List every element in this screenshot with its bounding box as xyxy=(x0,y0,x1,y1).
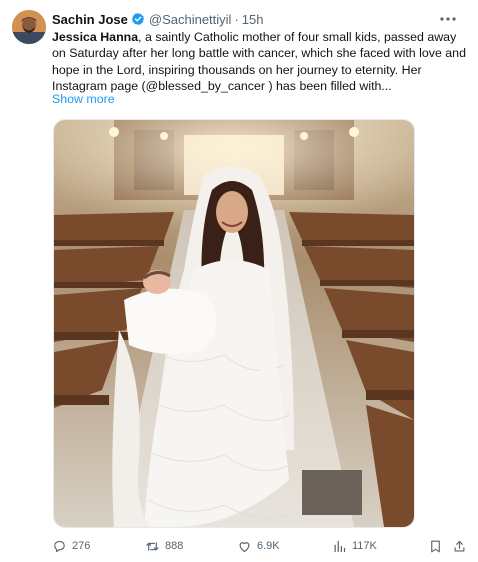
reply-count: 276 xyxy=(72,540,91,552)
tweet-timestamp[interactable]: 15h xyxy=(242,12,264,27)
verified-badge-icon xyxy=(131,12,145,26)
bookmark-icon xyxy=(431,540,440,552)
tweet-header: Sachin Jose @Sachinettiyil · 15h xyxy=(52,10,466,28)
tweet-text-name: Jessica Hanna xyxy=(52,30,139,44)
tweet-actions-bar: 276 888 6.9K 117K xyxy=(52,536,472,556)
retweet-count: 888 xyxy=(165,540,184,552)
views-bar-chart-icon xyxy=(334,540,346,552)
like-count: 6.9K xyxy=(257,540,280,552)
views-count: 117K xyxy=(352,540,377,552)
retweet-icon xyxy=(146,541,159,551)
bookmark-button[interactable] xyxy=(428,539,448,554)
author-name[interactable]: Sachin Jose xyxy=(52,12,128,27)
tweet-card[interactable]: Sachin Jose @Sachinettiyil · 15h Jessica… xyxy=(0,0,478,562)
more-dots-icon[interactable] xyxy=(438,10,458,28)
tweet-text: Jessica Hanna, a saintly Catholic mother… xyxy=(52,29,472,94)
header-separator: · xyxy=(234,11,239,27)
views-button[interactable]: 117K xyxy=(332,539,377,554)
author-handle[interactable]: @Sachinettiyil xyxy=(149,12,232,27)
like-button[interactable]: 6.9K xyxy=(237,539,280,554)
tweet-photo[interactable] xyxy=(53,119,415,528)
retweet-button[interactable]: 888 xyxy=(145,539,183,554)
share-button[interactable] xyxy=(452,539,472,554)
reply-icon xyxy=(54,540,65,552)
show-more-link[interactable]: Show more xyxy=(52,92,115,106)
reply-button[interactable]: 276 xyxy=(52,539,90,554)
heart-icon xyxy=(239,541,250,552)
avatar[interactable] xyxy=(12,10,46,44)
share-icon xyxy=(454,540,465,551)
